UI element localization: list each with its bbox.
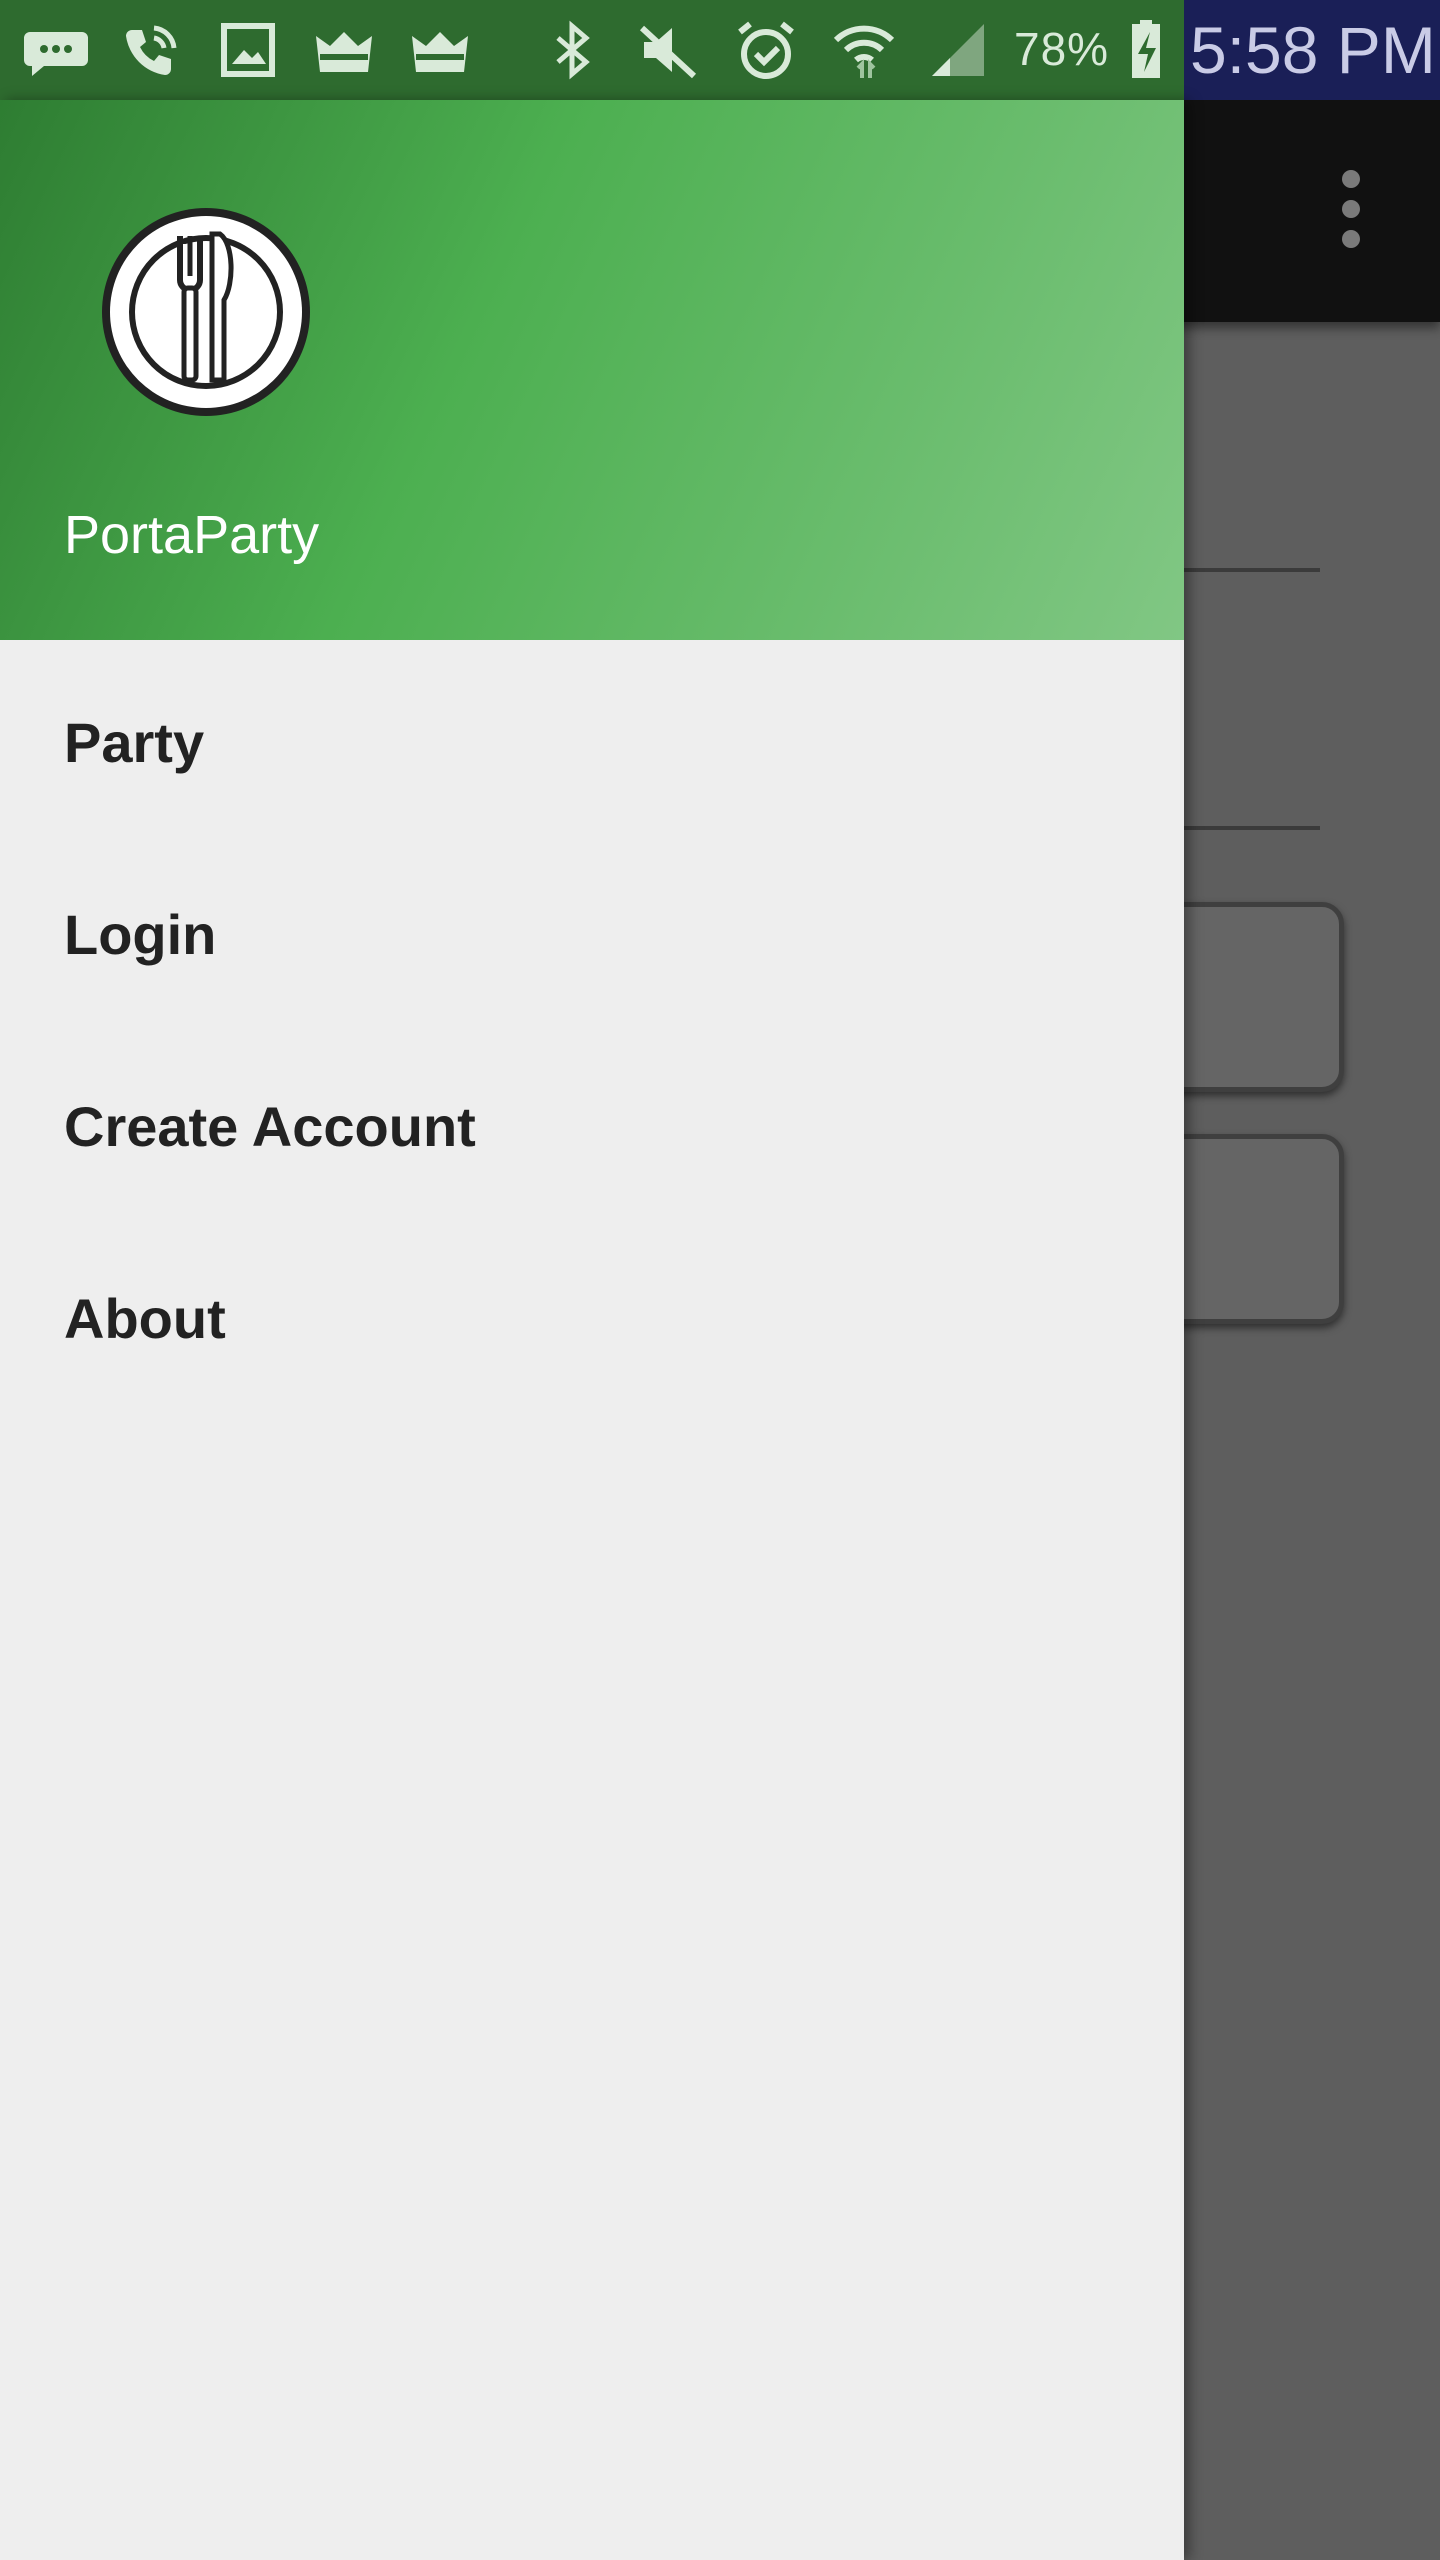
battery-charging-icon	[1114, 18, 1178, 82]
mute-icon	[636, 18, 700, 82]
battery-percentage: 78%	[1014, 23, 1110, 75]
text-field-underline[interactable]	[1184, 826, 1320, 830]
gallery-icon	[216, 18, 280, 82]
plate-fork-knife-icon	[98, 204, 314, 420]
menu-item-login[interactable]: Login	[0, 832, 1184, 1024]
signal-icon	[926, 18, 990, 82]
clock: 5:58 PM	[1190, 13, 1436, 87]
bluetooth-icon	[540, 18, 604, 82]
more-vert-icon[interactable]	[1326, 170, 1376, 254]
crown-app-icon	[408, 18, 472, 82]
menu-item-label: Login	[64, 903, 217, 966]
message-notification-icon	[24, 18, 88, 82]
menu-item-label: Party	[64, 711, 205, 774]
crown-app-icon	[312, 18, 376, 82]
alarm-icon	[734, 18, 798, 82]
drawer-app-name: PortaParty	[64, 505, 320, 565]
drawer-header: PortaParty	[0, 100, 1184, 640]
status-bar: 78% 5:58 PM	[0, 0, 1440, 100]
wifi-icon	[832, 18, 896, 82]
menu-item-party[interactable]: Party	[0, 640, 1184, 832]
menu-item-label: Create Account	[64, 1095, 476, 1158]
wifi-calling-icon	[118, 18, 182, 82]
menu-item-about[interactable]: About	[0, 1216, 1184, 1408]
text-field-underline[interactable]	[1184, 568, 1320, 572]
menu-item-label: About	[64, 1287, 226, 1350]
navigation-drawer: PortaParty Party Login Create Account Ab…	[0, 100, 1184, 2560]
menu-item-create-account[interactable]: Create Account	[0, 1024, 1184, 1216]
